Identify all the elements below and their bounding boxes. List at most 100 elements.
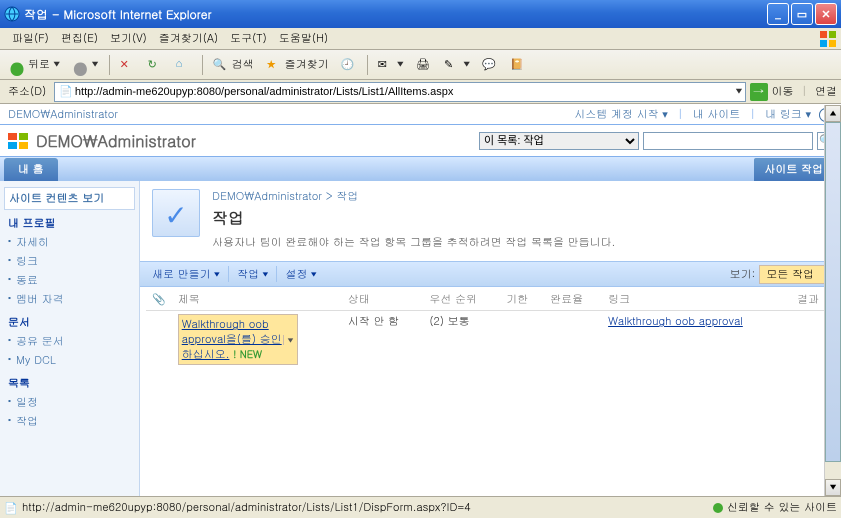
task-list: 📎 제목 상태 우선 순위 기한 완료율 링크 결과 xyxy=(140,287,841,370)
window-titlebar: 작업 - Microsoft Internet Explorer _ ▭ ✕ xyxy=(0,0,841,28)
page-description: 사용자나 팀이 완료해야 하는 작업 항목 그룹을 추적하려면 작업 목록을 만… xyxy=(212,235,615,250)
task-item-title-cell[interactable]: Walkthrough oob approval을(를) 승인하십시오. ! N… xyxy=(178,314,298,365)
edit-button[interactable]: ✎▼ xyxy=(439,54,475,76)
trusted-zone-icon xyxy=(713,503,723,513)
chevron-down-icon: ▼ xyxy=(91,59,98,70)
research-button[interactable]: 📔 xyxy=(505,54,531,76)
menu-tools[interactable]: 도구(T) xyxy=(224,29,273,48)
sp-body: 사이트 컨텐츠 보기 내 프로필 자세히 링크 동료 멤버 자격 문서 공유 문… xyxy=(0,181,841,496)
menu-favorites[interactable]: 즐겨찾기(A) xyxy=(153,29,224,48)
task-title-link[interactable]: Walkthrough oob approval을(를) 승인하십시오. xyxy=(182,317,282,362)
address-dropdown[interactable]: ▼ xyxy=(735,86,742,97)
stop-button[interactable]: ✕ xyxy=(115,54,141,76)
actions-menu[interactable]: 작업▼ xyxy=(231,267,274,282)
favorites-button[interactable]: ★ 즐겨찾기 xyxy=(261,54,334,76)
col-link[interactable]: 링크 xyxy=(602,289,791,311)
site-logo-icon xyxy=(6,129,30,153)
site-title[interactable]: DEMO\Administrator xyxy=(36,129,473,152)
status-bar: 📄 http://admin-me620upyp:8080/personal/a… xyxy=(0,496,841,518)
research-icon: 📔 xyxy=(510,57,526,73)
scroll-up-button[interactable]: ▲ xyxy=(825,105,841,122)
go-button[interactable]: → xyxy=(750,83,768,101)
address-input[interactable] xyxy=(75,86,735,98)
page-breadcrumb: DEMO\Administrator > 작업 xyxy=(212,189,615,204)
cell-link[interactable]: Walkthrough oob approval xyxy=(608,314,743,329)
address-label: 주소(D) xyxy=(4,84,50,99)
new-menu[interactable]: 새로 만들기▼ xyxy=(146,267,226,282)
back-icon: ● xyxy=(9,57,25,73)
search-button[interactable]: 🔍 검색 xyxy=(208,54,259,76)
cell-priority: (2) 보통 xyxy=(423,311,500,369)
print-icon: 🖨 xyxy=(416,57,432,73)
paperclip-icon: 📎 xyxy=(152,292,166,307)
ql-section-docs[interactable]: 문서 xyxy=(0,309,139,332)
home-button[interactable]: ⌂ xyxy=(171,54,197,76)
scroll-thumb[interactable] xyxy=(825,122,841,462)
sp-main: ✓ DEMO\Administrator > 작업 작업 사용자나 팀이 완료해… xyxy=(140,181,841,496)
ql-item-colleagues: 동료 xyxy=(0,271,139,290)
page-content: DEMO\Administrator 시스템 계정 시작 ▾ | 내 사이트 |… xyxy=(0,104,841,496)
history-icon: 🕘 xyxy=(341,57,357,73)
links-label[interactable]: 연결 xyxy=(815,84,837,99)
cell-status: 시작 안 함 xyxy=(342,311,424,369)
print-button[interactable]: 🖨 xyxy=(411,54,437,76)
search-icon: 🔍 xyxy=(213,57,229,73)
table-row: Walkthrough oob approval을(를) 승인하십시오. ! N… xyxy=(146,311,835,369)
sp-breadcrumb[interactable]: DEMO\Administrator xyxy=(8,107,572,122)
vertical-scrollbar[interactable]: ▲ ▼ xyxy=(824,105,841,496)
page-title: 작업 xyxy=(212,206,615,229)
view-all-content-link[interactable]: 사이트 컨텐츠 보기 xyxy=(4,187,135,210)
mail-button[interactable]: ✉▼ xyxy=(373,54,409,76)
refresh-icon: ↻ xyxy=(148,57,164,73)
list-toolbar: 새로 만들기▼ 작업▼ 설정▼ 보기: 모든 작업 xyxy=(140,261,841,287)
search-query-input[interactable] xyxy=(643,132,813,150)
col-priority[interactable]: 우선 순위 xyxy=(423,289,500,311)
mylinks-menu[interactable]: 내 링크 ▾ xyxy=(765,107,811,122)
mysite-link[interactable]: 내 사이트 xyxy=(693,107,741,122)
tasks-list-icon: ✓ xyxy=(152,189,200,237)
security-zone[interactable]: 신뢰할 수 있는 사이트 xyxy=(713,500,837,515)
ql-item-calendar: 일정 xyxy=(0,393,139,412)
discuss-button[interactable]: 💬 xyxy=(477,54,503,76)
stop-icon: ✕ xyxy=(120,57,136,73)
col-title[interactable]: 제목 xyxy=(172,289,342,311)
col-status[interactable]: 상태 xyxy=(342,289,424,311)
ie-icon xyxy=(4,6,20,22)
bc-root[interactable]: DEMO\Administrator xyxy=(212,189,322,204)
status-text: http://admin-me620upyp:8080/personal/adm… xyxy=(22,500,471,515)
ql-section-lists[interactable]: 목록 xyxy=(0,370,139,393)
settings-menu[interactable]: 설정▼ xyxy=(279,267,322,282)
back-button[interactable]: ● 뒤로 ▼ xyxy=(4,54,65,76)
favorites-label: 즐겨찾기 xyxy=(285,57,329,72)
tab-home[interactable]: 내 홈 xyxy=(4,158,58,181)
menu-file[interactable]: 파일(F) xyxy=(6,29,55,48)
cell-pct xyxy=(544,311,602,369)
col-due[interactable]: 기한 xyxy=(500,289,544,311)
col-attach[interactable]: 📎 xyxy=(146,289,172,311)
ql-section-profile[interactable]: 내 프로필 xyxy=(0,210,139,233)
minimize-button[interactable]: _ xyxy=(767,3,789,25)
forward-icon: ● xyxy=(72,57,88,73)
sp-top-nav: 내 홈 사이트 작업 xyxy=(0,157,841,181)
item-menu-dropdown[interactable]: ▼ xyxy=(283,335,293,345)
discuss-icon: 💬 xyxy=(482,57,498,73)
forward-button[interactable]: ● ▼ xyxy=(67,54,103,76)
ql-item-tasks: 작업 xyxy=(0,412,139,431)
page-header: ✓ DEMO\Administrator > 작업 작업 사용자나 팀이 완료해… xyxy=(140,181,841,261)
welcome-menu[interactable]: 시스템 계정 시작 ▾ xyxy=(574,107,668,122)
refresh-button[interactable]: ↻ xyxy=(143,54,169,76)
ql-item-memberships: 멤버 자격 xyxy=(0,290,139,309)
maximize-button[interactable]: ▭ xyxy=(791,3,813,25)
menu-help[interactable]: 도움말(H) xyxy=(273,29,334,48)
menu-edit[interactable]: 편집(E) xyxy=(55,29,104,48)
address-input-container: 📄 ▼ xyxy=(54,82,745,102)
close-button[interactable]: ✕ xyxy=(815,3,837,25)
sp-global-bar: DEMO\Administrator 시스템 계정 시작 ▾ | 내 사이트 |… xyxy=(0,105,841,125)
col-pct[interactable]: 완료율 xyxy=(544,289,602,311)
scroll-down-button[interactable]: ▼ xyxy=(825,479,841,496)
view-label: 보기: xyxy=(730,267,756,282)
history-button[interactable]: 🕘 xyxy=(336,54,362,76)
chevron-down-icon: ▼ xyxy=(53,59,60,70)
menu-view[interactable]: 보기(V) xyxy=(104,29,153,48)
search-scope-select[interactable]: 이 목록: 작업 xyxy=(479,132,639,150)
